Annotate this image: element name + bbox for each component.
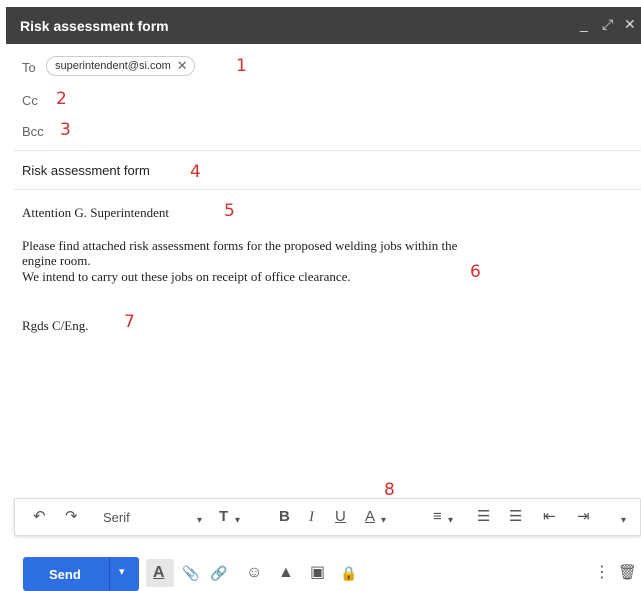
minimize-icon[interactable]: _ xyxy=(580,16,588,32)
close-icon[interactable]: ✕ xyxy=(624,16,636,33)
recipient-email: superintendent@si.com xyxy=(55,60,171,72)
photo-icon[interactable]: ▣ xyxy=(310,564,325,582)
annotation-6: 6 xyxy=(470,262,481,282)
send-divider xyxy=(109,557,110,591)
undo-icon[interactable]: ↶ xyxy=(33,508,46,526)
indent-less-icon[interactable]: ⇤ xyxy=(543,508,556,526)
send-options-icon[interactable]: ▾ xyxy=(119,565,125,578)
annotation-1: 1 xyxy=(236,56,247,76)
bold-button[interactable]: B xyxy=(279,508,290,526)
compose-actions: Send ▾ A 📎 🔗 ☺ ▲ ▣ 🔒 ⋮ 🗑 xyxy=(14,556,641,591)
italic-button[interactable]: I xyxy=(309,508,314,526)
body-line-1[interactable]: Please find attached risk assessment for… xyxy=(22,238,457,253)
formatting-options-icon[interactable]: A xyxy=(153,564,165,582)
annotation-8: 8 xyxy=(384,480,395,500)
more-formatting-icon[interactable]: ▾ xyxy=(621,512,626,530)
annotation-3: 3 xyxy=(60,120,71,140)
annotation-2: 2 xyxy=(56,89,67,109)
underline-button[interactable]: U xyxy=(335,508,346,526)
body-greeting[interactable]: Attention G. Superintendent xyxy=(22,205,169,220)
body-line-3[interactable]: We intend to carry out these jobs on rec… xyxy=(22,269,351,284)
align-caret-icon[interactable]: ▾ xyxy=(448,512,453,530)
remove-recipient-icon[interactable]: ✕ xyxy=(177,58,188,74)
send-label: Send xyxy=(49,567,81,582)
attach-icon[interactable]: 📎 xyxy=(182,564,199,582)
drive-icon[interactable]: ▲ xyxy=(278,564,294,582)
numbered-list-icon[interactable]: ☰ xyxy=(477,508,490,526)
text-color-button[interactable]: A xyxy=(365,508,375,526)
color-caret-icon[interactable]: ▾ xyxy=(381,512,386,530)
send-button[interactable]: Send ▾ xyxy=(23,557,139,591)
link-icon[interactable]: 🔗 xyxy=(210,564,227,582)
discard-icon[interactable]: 🗑 xyxy=(618,564,637,582)
annotation-4: 4 xyxy=(190,162,201,182)
indent-more-icon[interactable]: ⇥ xyxy=(577,508,590,526)
redo-icon[interactable]: ↷ xyxy=(65,508,78,526)
body-signoff[interactable]: Rgds C/Eng. xyxy=(22,318,88,333)
recipient-chip[interactable]: superintendent@si.com ✕ xyxy=(46,56,195,76)
popout-icon[interactable]: ⤢ xyxy=(602,16,613,33)
emoji-icon[interactable]: ☺ xyxy=(246,564,262,582)
cc-label[interactable]: Cc xyxy=(22,93,38,108)
bulleted-list-icon[interactable]: ☰ xyxy=(509,508,522,526)
divider xyxy=(14,189,641,190)
bcc-label[interactable]: Bcc xyxy=(22,124,44,139)
size-caret-icon[interactable]: ▾ xyxy=(235,512,240,530)
font-size-icon[interactable]: T xyxy=(219,508,228,526)
compose-title: Risk assessment form xyxy=(20,18,169,34)
formatting-toolbar: ↶ ↷ Serif ▾ T ▾ B I U A ▾ ≡ ▾ ☰ ☰ ⇤ ⇥ ▾ xyxy=(14,498,641,536)
font-caret-icon[interactable]: ▾ xyxy=(197,512,202,530)
more-options-icon[interactable]: ⋮ xyxy=(594,564,610,582)
annotation-5: 5 xyxy=(224,201,235,221)
font-select[interactable]: Serif xyxy=(103,509,130,527)
compose-titlebar: Risk assessment form _ ⤢ ✕ xyxy=(6,7,641,44)
to-label: To xyxy=(22,60,36,75)
divider xyxy=(14,150,641,151)
body-line-2[interactable]: engine room. xyxy=(22,253,91,268)
annotation-7: 7 xyxy=(124,312,135,332)
confidential-mode-icon[interactable]: 🔒 xyxy=(340,564,357,582)
align-icon[interactable]: ≡ xyxy=(433,508,442,526)
subject-field[interactable]: Risk assessment form xyxy=(22,163,150,178)
